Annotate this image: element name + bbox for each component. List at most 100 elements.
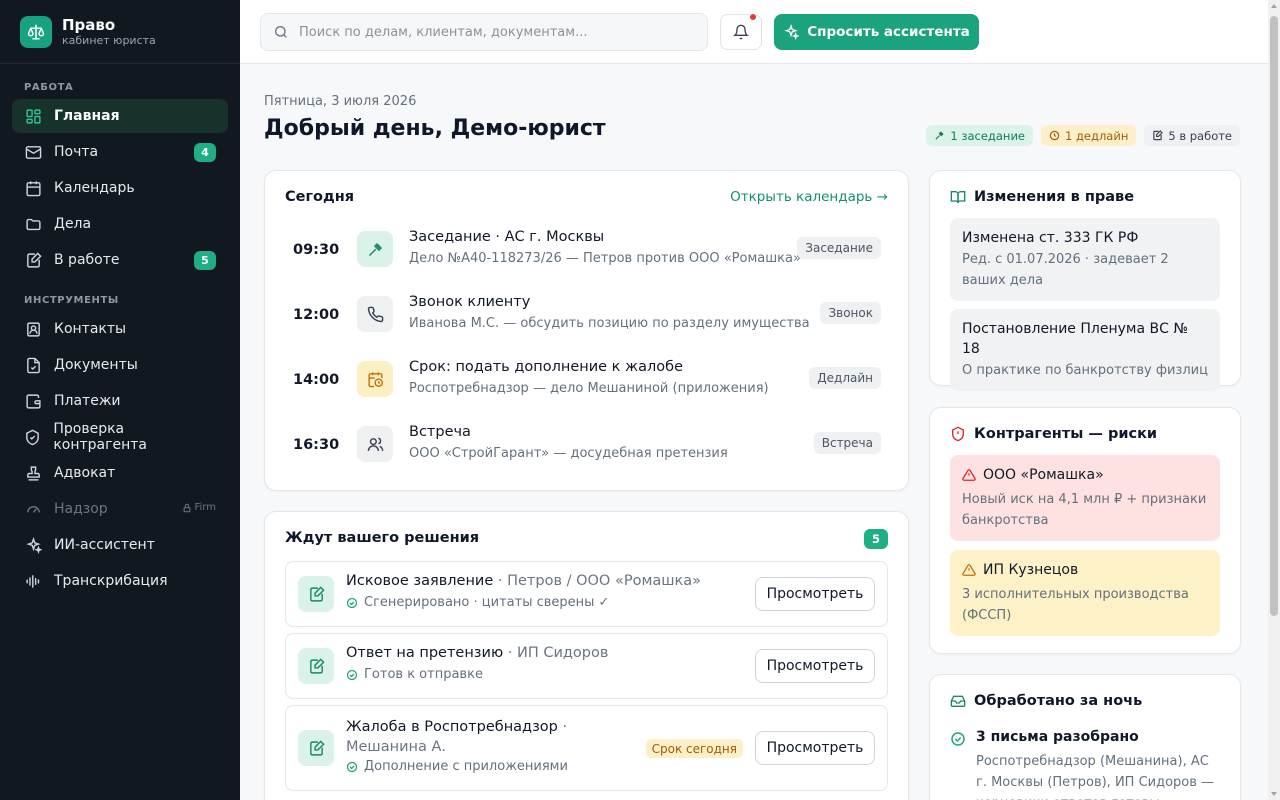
counterparty-risks-card: Контрагенты — риски ООО «Ромашка» Новый …	[929, 407, 1241, 654]
edit-doc-icon	[298, 730, 334, 766]
stamp-icon	[24, 464, 42, 482]
folder-icon	[24, 215, 42, 233]
sidebar-item-calendar[interactable]: Календарь	[12, 171, 228, 205]
summary-chips: 1 заседание 1 дедлайн 5 в работе	[926, 125, 1240, 146]
view-button[interactable]: Просмотреть	[755, 577, 875, 611]
sidebar-item-label: Платежи	[54, 393, 121, 409]
check-circle-icon	[346, 761, 358, 772]
event-row[interactable]: 14:00 Срок: подать дополнение к жалобе Р…	[285, 359, 885, 417]
sidebar-item-transcription[interactable]: Транскрибация	[12, 564, 228, 598]
notification-dot	[749, 13, 757, 21]
today-title: Сегодня	[285, 189, 355, 205]
decision-status: Готов к отправке	[346, 667, 483, 682]
decision-status: Сгенерировано · цитаты сверены ✓	[346, 595, 609, 610]
page-title: Добрый день, Демо-юрист	[264, 116, 606, 141]
decision-title: Жалоба в Роспотребнадзор · Мешанина А.	[346, 717, 636, 757]
sidebar-item-label: Адвокат	[54, 465, 116, 481]
open-calendar-link[interactable]: Открыть календарь →	[730, 189, 888, 205]
page-scrollbar[interactable]	[1268, 0, 1280, 800]
law-change-item[interactable]: Постановление Пленума ВС № 18 О практике…	[950, 309, 1220, 391]
in-progress-chip[interactable]: 5 в работе	[1144, 125, 1240, 146]
warning-triangle-icon	[962, 564, 976, 576]
calendar-icon	[24, 179, 42, 197]
sidebar-item-label: Почта	[54, 144, 99, 160]
view-button[interactable]: Просмотреть	[755, 649, 875, 683]
gavel-icon	[935, 131, 944, 140]
sidebar-item-supervision[interactable]: Надзор Firm	[12, 492, 228, 526]
decision-row[interactable]: Жалоба в Роспотребнадзор · Мешанина А. Д…	[285, 705, 888, 791]
event-time: 09:30	[293, 242, 340, 258]
law-change-subtitle: О практике по банкротству физлиц	[962, 363, 1208, 378]
brand[interactable]: Право кабинет юриста	[0, 0, 240, 64]
event-tag: Звонок	[820, 302, 881, 324]
scroll-down-arrow-icon[interactable]	[1271, 792, 1277, 796]
event-row[interactable]: 16:30 Встреча ООО «СтройГарант» — досуде…	[285, 424, 885, 482]
sidebar-item-label: ИИ-ассистент	[54, 537, 155, 553]
event-time: 14:00	[293, 372, 340, 388]
chip-label: 1 заседание	[950, 128, 1025, 143]
gauge-icon	[24, 500, 42, 518]
hearings-chip[interactable]: 1 заседание	[926, 125, 1033, 146]
decision-title: Исковое заявление · Петров / ООО «Ромашк…	[346, 573, 701, 589]
decision-row[interactable]: Исковое заявление · Петров / ООО «Ромашк…	[285, 561, 888, 627]
event-time: 12:00	[293, 307, 340, 323]
deadlines-chip[interactable]: 1 дедлайн	[1041, 125, 1137, 146]
document-icon	[24, 356, 42, 374]
notifications-button[interactable]	[720, 13, 762, 50]
sidebar-item-label: Надзор	[54, 501, 108, 517]
sidebar-item-in-progress[interactable]: В работе 5	[12, 243, 228, 277]
event-title: Встреча	[409, 424, 471, 440]
event-subtitle: Дело №А40-118273/26 — Петров против ООО …	[409, 251, 801, 266]
sidebar-item-cases[interactable]: Дела	[12, 207, 228, 241]
decision-party: · Петров / ООО «Ромашка»	[493, 573, 702, 589]
warning-triangle-icon	[962, 469, 976, 481]
ask-assistant-button[interactable]: Спросить ассистента	[774, 14, 979, 50]
audio-wave-icon	[24, 572, 42, 590]
sidebar-item-payments[interactable]: Платежи	[12, 384, 228, 418]
risk-title: ООО «Ромашка»	[962, 465, 1208, 485]
sidebar-item-documents[interactable]: Документы	[12, 348, 228, 382]
sidebar-item-contacts[interactable]: Контакты	[12, 312, 228, 346]
current-date: Пятница, 3 июля 2026	[264, 94, 417, 109]
sidebar-item-mail[interactable]: Почта 4	[12, 135, 228, 169]
decision-doc-name: Ответ на претензию	[346, 645, 504, 661]
event-subtitle: ООО «СтройГарант» — досудебная претензия	[409, 446, 728, 461]
scrollbar-thumb[interactable]	[1270, 16, 1278, 616]
search-box[interactable]	[260, 13, 708, 51]
check-circle-icon	[346, 669, 358, 680]
sidebar-item-counterparty-check[interactable]: Проверка контрагента	[12, 420, 228, 454]
sidebar-item-lawyer[interactable]: Адвокат	[12, 456, 228, 490]
lock-badge: Firm	[182, 502, 216, 513]
law-change-subtitle: Ред. с 01.07.2026 · задевает 2 ваших дел…	[962, 252, 1169, 288]
risk-item-medium[interactable]: ИП Кузнецов 3 исполнительных производств…	[950, 550, 1220, 636]
decision-status-text: Дополнение с приложениями	[364, 759, 568, 774]
event-tag: Встреча	[813, 432, 881, 454]
search-input[interactable]	[299, 24, 679, 40]
sidebar-item-home[interactable]: Главная	[12, 99, 228, 133]
view-button[interactable]: Просмотреть	[755, 731, 875, 765]
scales-icon	[20, 15, 52, 48]
sidebar-item-ai-assistant[interactable]: ИИ-ассистент	[12, 528, 228, 562]
law-changes-card: Изменения в праве Изменена ст. 333 ГК РФ…	[929, 170, 1241, 391]
sidebar-item-label: Дела	[54, 216, 92, 232]
chip-label: 5 в работе	[1168, 128, 1232, 143]
decisions-title: Ждут вашего решения	[285, 530, 480, 546]
decision-row[interactable]: Ответ на претензию · ИП Сидоров Готов к …	[285, 633, 888, 699]
sidebar: Право кабинет юриста РАБОТА Главная Почт…	[0, 0, 240, 800]
event-row[interactable]: 12:00 Звонок клиенту Иванова М.С. — обсу…	[285, 294, 885, 352]
nav-section-work: РАБОТА	[24, 82, 74, 93]
topbar: Спросить ассистента	[240, 0, 1268, 64]
event-row[interactable]: 09:30 Заседание · АС г. Москвы Дело №А40…	[285, 229, 885, 287]
sidebar-item-label: Главная	[54, 108, 120, 124]
decision-doc-name: Исковое заявление	[346, 573, 494, 589]
law-changes-title: Изменения в праве	[974, 189, 1135, 205]
contacts-icon	[24, 320, 42, 338]
scroll-up-arrow-icon[interactable]	[1271, 4, 1277, 8]
risk-company: ИП Кузнецов	[983, 562, 1079, 578]
law-change-item[interactable]: Изменена ст. 333 ГК РФ Ред. с 01.07.2026…	[950, 218, 1220, 301]
sparkles-icon	[24, 536, 42, 554]
event-title: Срок: подать дополнение к жалобе	[409, 359, 683, 375]
shield-check-icon	[24, 428, 41, 446]
overnight-item-title: 3 письма разобрано	[976, 729, 1139, 745]
risk-item-high[interactable]: ООО «Ромашка» Новый иск на 4,1 млн ₽ + п…	[950, 455, 1220, 541]
